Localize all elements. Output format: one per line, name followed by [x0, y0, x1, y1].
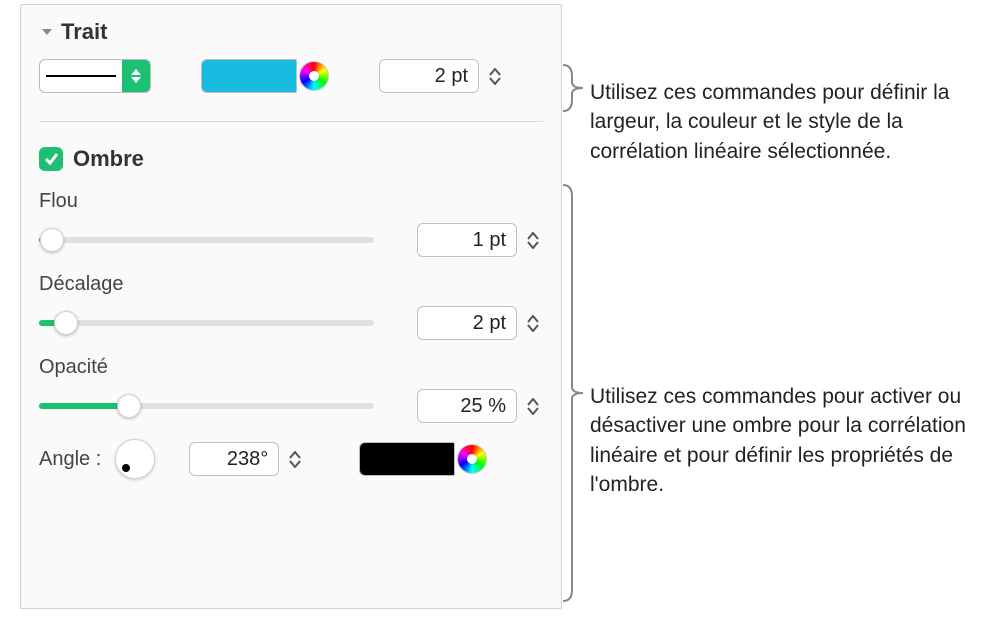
angle-indicator-icon [122, 464, 130, 472]
opacity-label: Opacité [39, 356, 543, 379]
opacity-control: Opacité 25 % [39, 356, 543, 423]
stepper-arrows-icon[interactable] [285, 442, 305, 476]
shadow-color-swatch[interactable] [359, 442, 455, 476]
callout-bracket-icon [562, 184, 584, 602]
trait-controls-row: 2 pt [39, 59, 543, 93]
offset-label: Décalage [39, 273, 543, 296]
opacity-slider[interactable] [39, 394, 374, 418]
shadow-checkbox-row: Ombre [39, 146, 543, 172]
blur-slider[interactable] [39, 228, 374, 252]
stroke-color-group [201, 59, 329, 93]
offset-control: Décalage 2 pt [39, 273, 543, 340]
color-wheel-icon[interactable] [457, 444, 487, 474]
stroke-preview [40, 60, 122, 92]
trait-section-header: Trait [39, 19, 543, 45]
opacity-input[interactable]: 25 % [417, 389, 517, 423]
blur-stepper: 1 pt [417, 223, 543, 257]
opacity-stepper: 25 % [417, 389, 543, 423]
shadow-checkbox[interactable] [39, 147, 63, 171]
stepper-arrows-icon[interactable] [523, 389, 543, 423]
angle-control-row: Angle : 238° [39, 439, 543, 479]
dropdown-toggle-icon[interactable] [122, 59, 150, 93]
divider [39, 121, 543, 122]
color-wheel-icon[interactable] [299, 61, 329, 91]
angle-input[interactable]: 238° [189, 442, 279, 476]
blur-control: Flou 1 pt [39, 190, 543, 257]
stroke-style-dropdown[interactable] [39, 59, 151, 93]
callout-trait: Utilisez ces commandes pour définir la l… [590, 78, 996, 166]
stroke-line-icon [46, 75, 116, 77]
offset-slider[interactable] [39, 311, 374, 335]
offset-input[interactable]: 2 pt [417, 306, 517, 340]
stepper-arrows-icon[interactable] [485, 59, 505, 93]
trait-title: Trait [61, 19, 107, 45]
angle-dial[interactable] [115, 439, 155, 479]
stepper-arrows-icon[interactable] [523, 223, 543, 257]
shadow-color-group [359, 442, 487, 476]
stroke-color-swatch[interactable] [201, 59, 297, 93]
blur-label: Flou [39, 190, 543, 213]
style-panel: Trait 2 pt Ombre [20, 4, 562, 609]
stepper-arrows-icon[interactable] [523, 306, 543, 340]
stroke-width-stepper: 2 pt [379, 59, 505, 93]
shadow-title: Ombre [73, 146, 144, 172]
callout-shadow: Utilisez ces commandes pour activer ou d… [590, 382, 996, 500]
blur-input[interactable]: 1 pt [417, 223, 517, 257]
offset-stepper: 2 pt [417, 306, 543, 340]
stroke-width-input[interactable]: 2 pt [379, 59, 479, 93]
disclosure-triangle-icon[interactable] [39, 24, 55, 40]
callout-bracket-icon [562, 64, 584, 112]
angle-stepper: 238° [189, 442, 305, 476]
angle-label: Angle : [39, 448, 101, 471]
